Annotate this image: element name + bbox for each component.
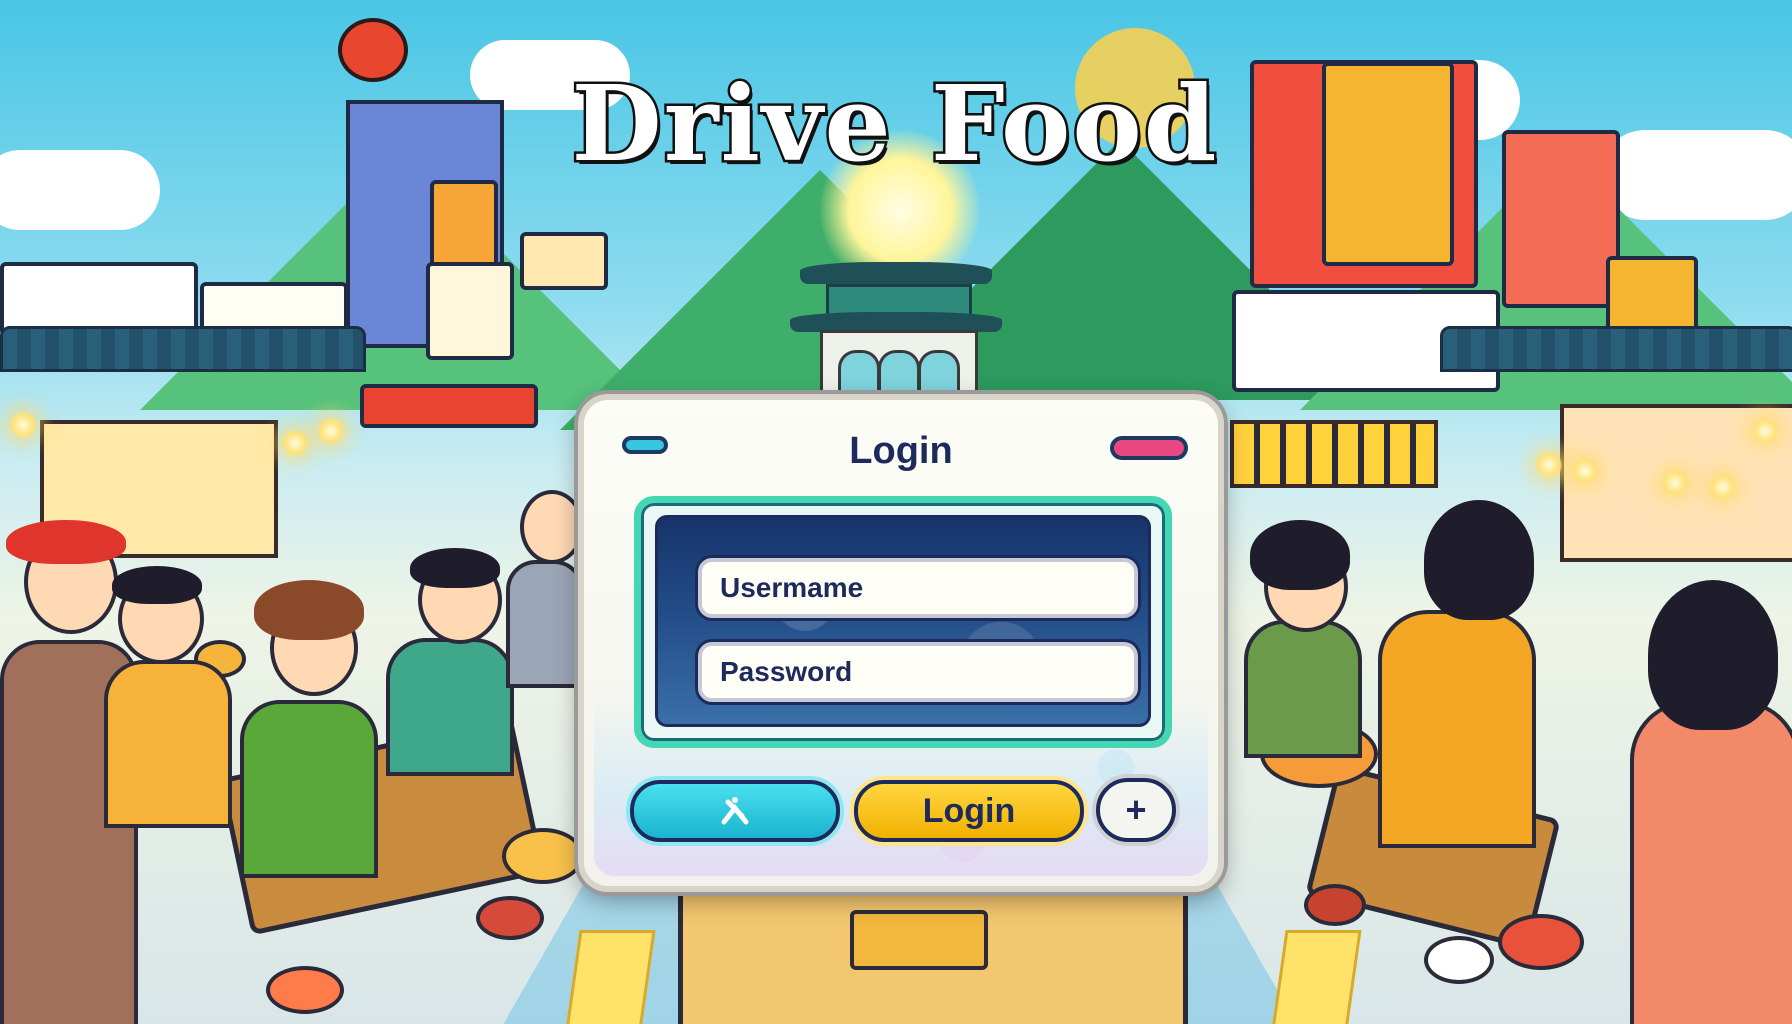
- lamp: [1662, 470, 1688, 496]
- cancel-button[interactable]: [630, 780, 840, 842]
- food-bowl: [1424, 936, 1494, 984]
- lamp: [10, 412, 36, 438]
- food-bowl: [476, 896, 544, 940]
- login-dialog: Login Login +: [578, 394, 1224, 892]
- billboard: [1606, 256, 1698, 334]
- credentials-panel-inner: [655, 515, 1151, 727]
- window-close-button[interactable]: [1110, 436, 1188, 460]
- person-head: [520, 490, 584, 564]
- billboard: [1322, 62, 1454, 266]
- korean-sign: [426, 262, 514, 360]
- palace-gate: [790, 262, 1002, 398]
- lamp: [282, 430, 308, 456]
- license-plate: [850, 910, 988, 970]
- food-bowl: [266, 966, 344, 1014]
- credentials-panel: [634, 496, 1172, 748]
- login-screen: Drive Food Login Login +: [0, 0, 1792, 1024]
- app-title: Drive Food: [569, 60, 1219, 188]
- korean-sign: [520, 232, 608, 290]
- person-hair: [254, 580, 364, 640]
- username-input[interactable]: [698, 558, 1138, 618]
- lamp: [318, 418, 344, 444]
- person-hair: [112, 566, 202, 604]
- person: [1244, 620, 1362, 758]
- roof: [1440, 326, 1792, 372]
- person-hair: [1250, 520, 1350, 590]
- food-bowl: [1498, 914, 1584, 970]
- person: [506, 560, 584, 688]
- lamp: [1572, 458, 1598, 484]
- lamp: [1752, 418, 1778, 444]
- add-button[interactable]: +: [1096, 778, 1176, 842]
- cross-icon: [718, 794, 752, 828]
- billboard: [1502, 130, 1620, 308]
- billboard: [0, 262, 198, 336]
- person-hair: [410, 548, 500, 588]
- password-input[interactable]: [698, 642, 1138, 702]
- person-hair: [1648, 580, 1778, 730]
- red-cap: [6, 520, 126, 564]
- roof: [0, 326, 366, 372]
- person-hair: [1424, 500, 1534, 620]
- login-button[interactable]: Login: [854, 780, 1084, 842]
- person: [104, 660, 232, 828]
- person: [240, 700, 378, 878]
- crosswalk-stripe: [1266, 930, 1362, 1024]
- lamp: [1536, 452, 1562, 478]
- cloud: [0, 150, 160, 230]
- food-bowl: [1304, 884, 1366, 926]
- korean-sign: [360, 384, 538, 428]
- person: [386, 638, 514, 776]
- food-bowl: [502, 828, 584, 884]
- person: [1378, 610, 1536, 848]
- striped-awning: [1230, 420, 1438, 488]
- person: [1630, 700, 1792, 1024]
- lamp: [1710, 474, 1736, 500]
- lantern: [338, 18, 408, 82]
